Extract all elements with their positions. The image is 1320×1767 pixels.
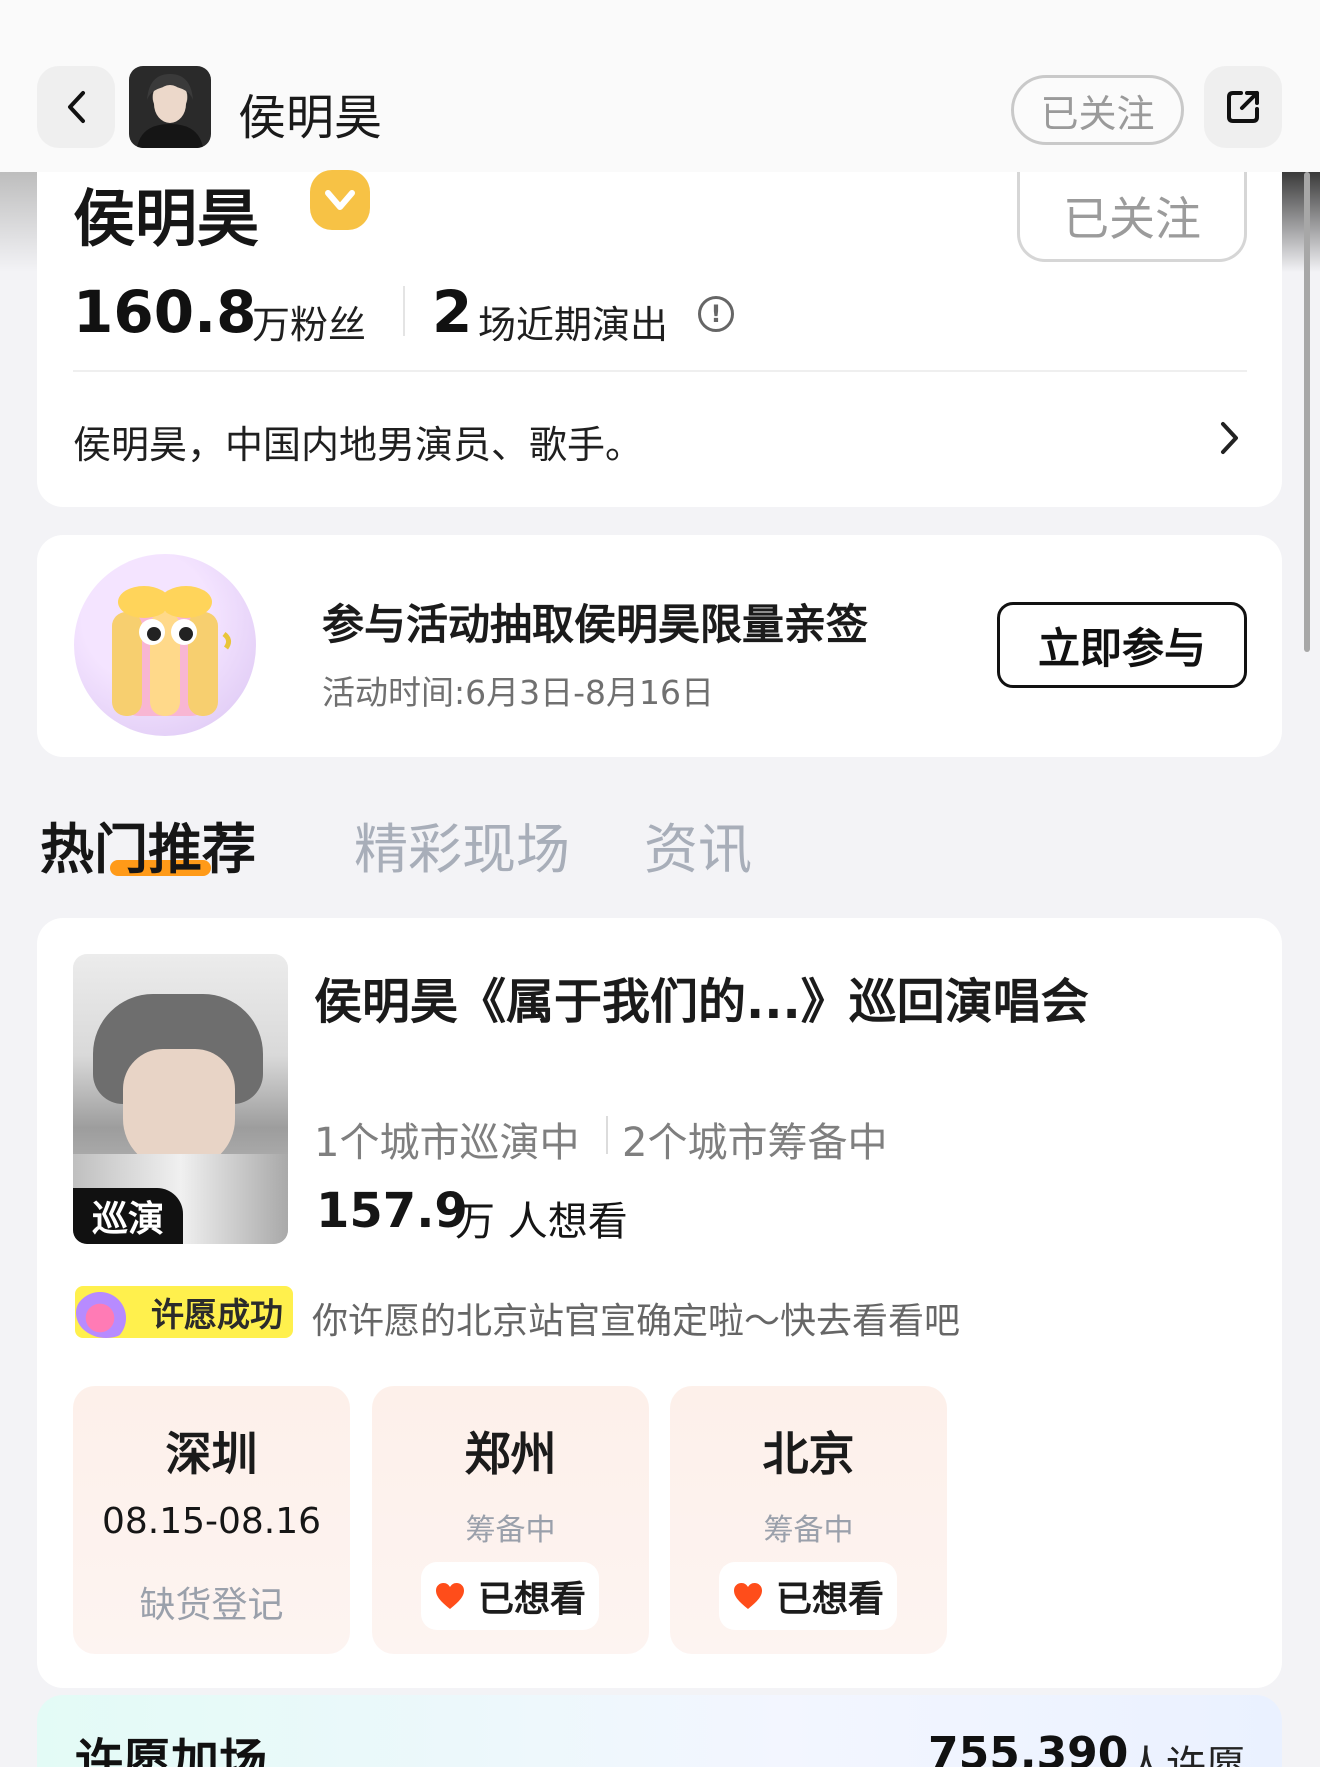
fans-count: 160.8 (73, 278, 257, 346)
wish-extra-title: 许愿加场 (75, 1734, 268, 1767)
want-label: 万 人想看 (455, 1199, 628, 1245)
want-count: 157.9 (316, 1183, 468, 1239)
artist-name: 侯明昊 (73, 182, 260, 255)
avatar-image (137, 74, 203, 148)
header-background (1282, 172, 1320, 272)
shows-count: 2 (432, 278, 473, 346)
join-now-button[interactable]: 立即参与 (997, 602, 1247, 688)
tab-news[interactable]: 资讯 (644, 805, 752, 884)
activity-time: 活动时间:6月3日-8月16日 (322, 673, 715, 712)
sparkle-icon (76, 1288, 136, 1338)
preparing-cities: 2个城市筹备中 (622, 1120, 888, 1166)
want-to-see-button[interactable]: 已想看 (421, 1562, 599, 1630)
follow-button-small[interactable]: 已关注 (1011, 75, 1184, 145)
touring-cities: 1个城市巡演中 (314, 1120, 580, 1166)
city-name: 郑州 (464, 1427, 557, 1481)
divider (73, 370, 1247, 372)
cities-divider (606, 1116, 608, 1154)
verified-badge-icon (310, 170, 370, 230)
fans-label: 万粉丝 (252, 303, 367, 347)
follow-button[interactable]: 已关注 (1017, 172, 1247, 262)
want-to-see-button[interactable]: 已想看 (719, 1562, 897, 1630)
city-name: 深圳 (165, 1427, 258, 1481)
stats-divider (403, 286, 405, 336)
activity-title: 参与活动抽取侯明昊限量亲签 (322, 600, 869, 649)
share-icon (1227, 91, 1259, 123)
chevron-left-icon (68, 91, 85, 123)
avatar[interactable] (129, 66, 211, 148)
header-background (0, 172, 37, 272)
tab-hot-recommend[interactable]: 热门推荐 (40, 805, 256, 884)
wish-message[interactable]: 你许愿的北京站官宣确定啦～快去看看吧 (312, 1292, 960, 1344)
city-status: 筹备中 (763, 1513, 854, 1548)
gift-mascot-icon (74, 554, 256, 736)
wish-count-label: 人许愿 (1126, 1743, 1246, 1767)
want-to-see-label: 已想看 (477, 1579, 586, 1620)
info-icon[interactable]: ! (698, 296, 734, 332)
nav-title: 侯明昊 (238, 90, 383, 146)
city-status: 筹备中 (465, 1513, 556, 1548)
tour-tag: 巡演 (73, 1188, 183, 1244)
artist-bio[interactable]: 侯明昊，中国内地男演员、歌手。 (73, 414, 643, 469)
concert-title[interactable]: 侯明昊《属于我们的...》巡回演唱会 (314, 962, 1089, 1032)
city-dates: 08.15-08.16 (101, 1501, 322, 1542)
back-button[interactable] (37, 66, 115, 148)
wish-count: 755,390 (928, 1728, 1129, 1767)
tab-live-highlights[interactable]: 精彩现场 (354, 805, 570, 884)
chevron-right-icon[interactable] (1218, 418, 1242, 462)
city-name: 北京 (762, 1427, 855, 1481)
poster-face (123, 1049, 235, 1169)
stock-register-link[interactable]: 缺货登记 (73, 1576, 350, 1628)
want-to-see-label: 已想看 (775, 1579, 884, 1620)
share-button[interactable] (1204, 66, 1282, 148)
heart-icon (733, 1583, 762, 1609)
shows-label: 场近期演出 (478, 303, 669, 347)
scrollbar[interactable] (1304, 172, 1310, 652)
heart-icon (435, 1583, 464, 1609)
